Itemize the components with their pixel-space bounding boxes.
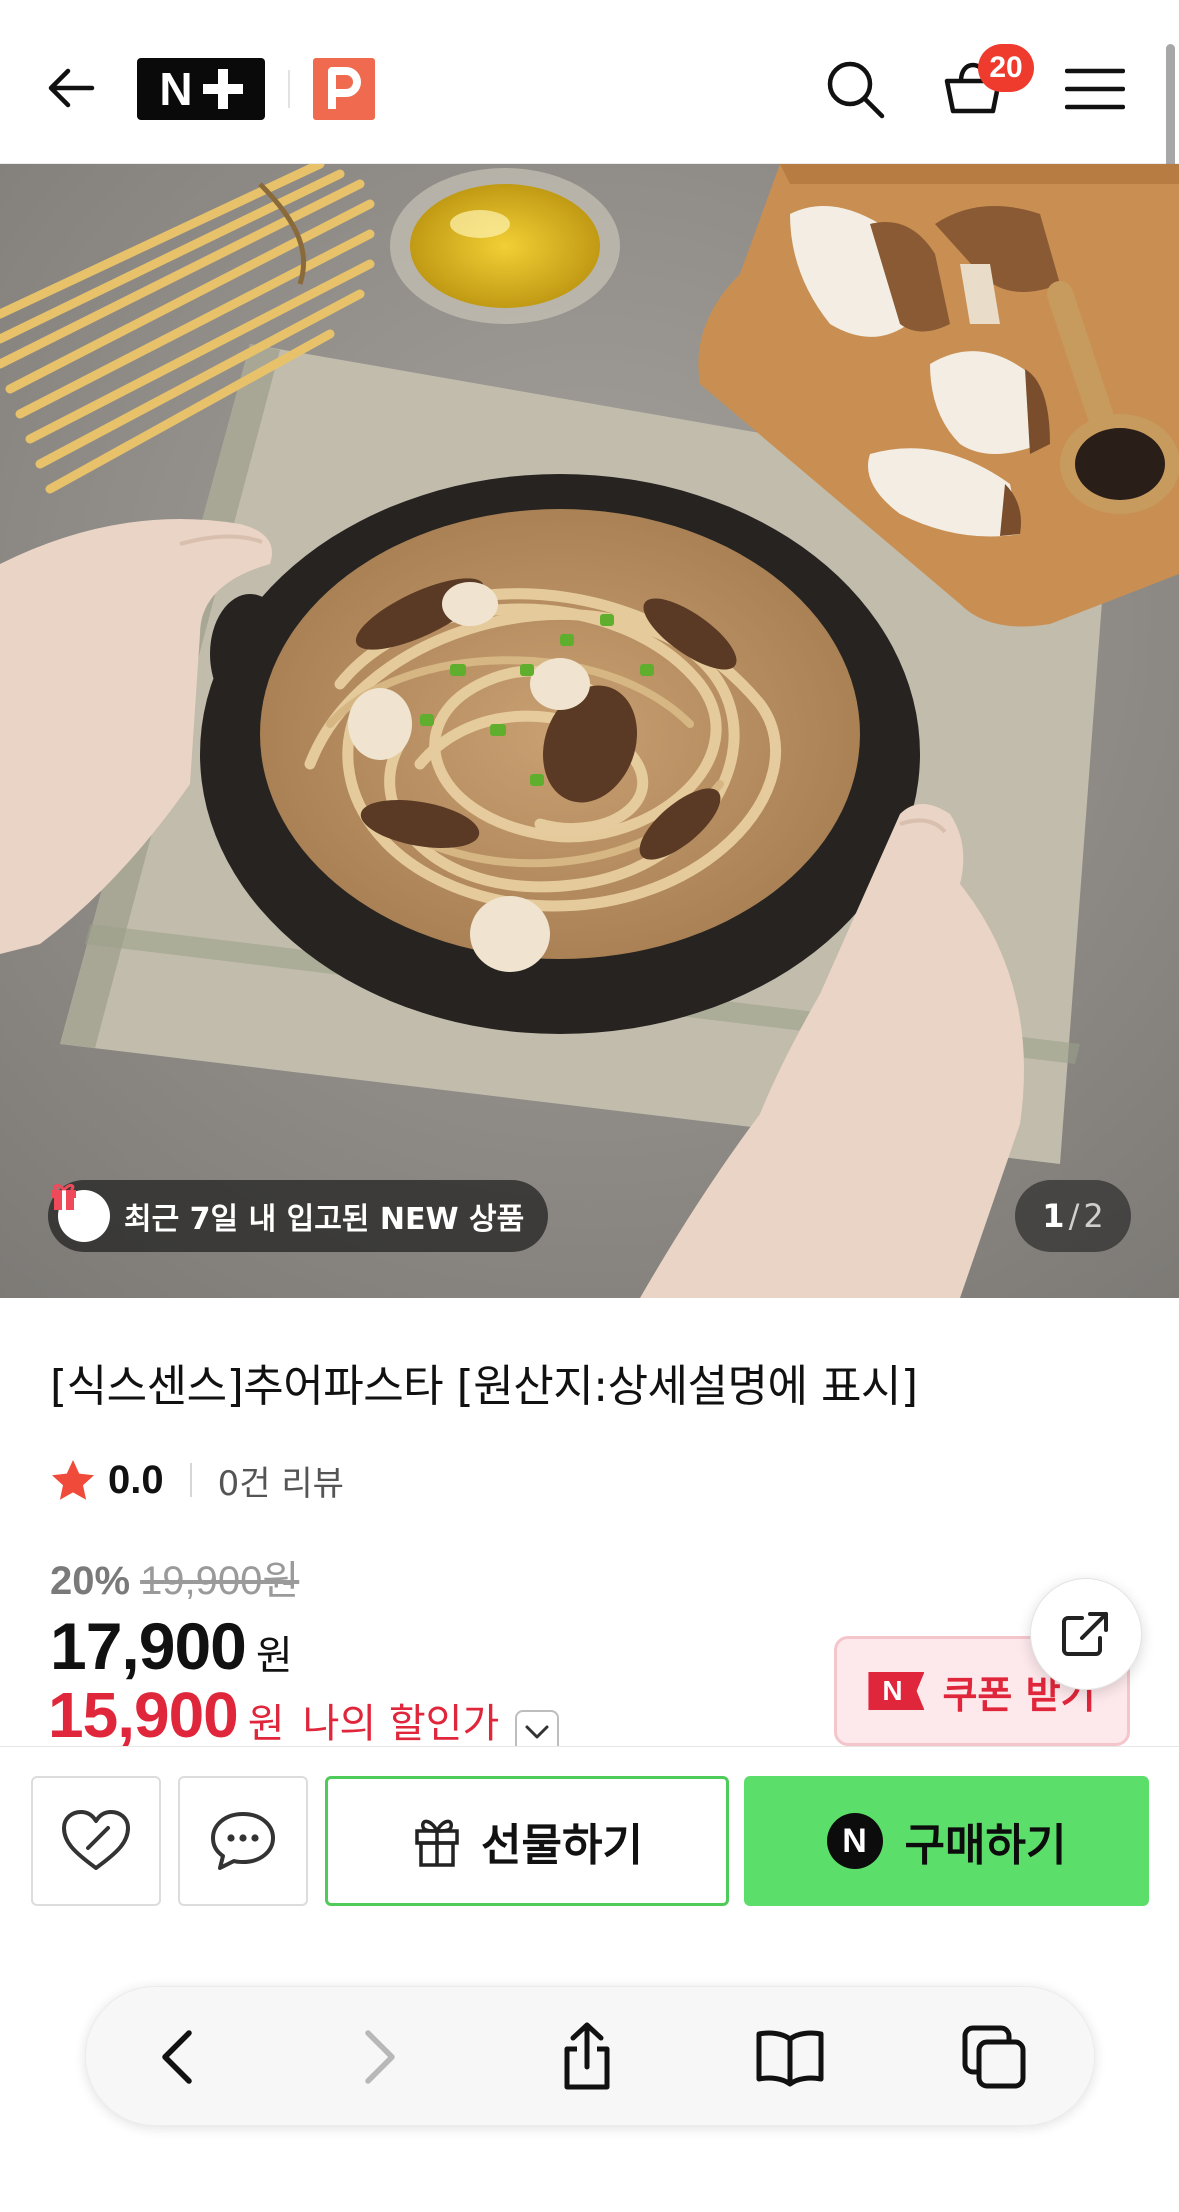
my-discount-price-unit: 원 [247,1701,285,1747]
my-discount-price-row[interactable]: 15,900 원 나의 할인가 [48,1678,560,1754]
product-photo [0,164,1179,1298]
browser-toolbar [85,1986,1095,2126]
rating-score: 0.0 [108,1457,164,1502]
chat-inquiry-button[interactable] [178,1776,308,1906]
chat-bubble-icon [211,1812,275,1870]
star-icon [52,1460,94,1500]
nplus-store-logo[interactable]: N [137,58,265,120]
sale-price-unit: 원 [255,1633,293,1679]
my-discount-label: 나의 할인가 [302,1701,500,1747]
search-icon[interactable] [820,54,890,124]
wishlist-button[interactable] [31,1776,161,1906]
logo-n-text: N [159,63,193,115]
bookmarks-book-icon[interactable] [742,2009,838,2105]
share-button[interactable] [1030,1578,1142,1690]
logo-divider [288,70,290,108]
naver-pay-icon: N [826,1813,883,1869]
sale-price-row: 17,900 원 [50,1608,293,1684]
gift-icon [415,1819,459,1867]
discount-rate: 20% [50,1559,131,1603]
my-discount-price: 15,900 [48,1679,239,1751]
browser-forward-icon[interactable] [332,2009,428,2105]
top-navigation-bar: N 20 [0,0,1179,172]
rating-summary[interactable]: 0.0 0건 리뷰 [50,1452,344,1508]
product-title: [식스센스]추어파스타 [원산지:상세설명에 표시] [50,1361,918,1412]
buy-now-button[interactable]: N 구매하기 [744,1776,1149,1906]
sale-price: 17,900 [50,1609,247,1683]
tabs-overview-icon[interactable] [946,2009,1042,2105]
review-count-link[interactable]: 0건 리뷰 [218,1456,344,1505]
heart-icon [62,1810,130,1870]
naver-coupon-icon: N [868,1672,925,1710]
gift-button-label: 선물하기 [481,1820,643,1871]
rating-divider [189,1463,192,1497]
original-price: 19,900원 [140,1559,300,1603]
page-separator: / [1068,1197,1080,1235]
hamburger-menu-icon[interactable] [1060,56,1130,122]
scrollbar-thumb[interactable] [1166,44,1175,172]
cart-count-badge: 20 [978,44,1034,92]
browser-share-icon[interactable] [539,2009,635,2105]
page-current: 1 [1042,1197,1065,1235]
gift-button[interactable]: 선물하기 [325,1776,729,1906]
discount-row: 20% 19,900원 [50,1548,299,1606]
new-arrival-badge: 최근 7일 내 입고된 NEW 상품 [48,1180,549,1252]
p-store-logo[interactable] [313,58,375,120]
plus-icon [202,69,243,109]
browser-back-icon[interactable] [129,2009,225,2105]
product-image-carousel[interactable]: 최근 7일 내 입고된 NEW 상품 1 / 2 [0,164,1179,1298]
new-badge-text: 최근 7일 내 입고된 NEW 상품 [124,1202,525,1237]
buy-button-label: 구매하기 [904,1820,1067,1871]
gift-box-icon [52,1183,110,1242]
share-icon [1062,1612,1108,1656]
image-page-indicator: 1 / 2 [1015,1180,1131,1252]
page-total: 2 [1083,1197,1104,1235]
back-arrow-icon[interactable] [38,54,106,122]
